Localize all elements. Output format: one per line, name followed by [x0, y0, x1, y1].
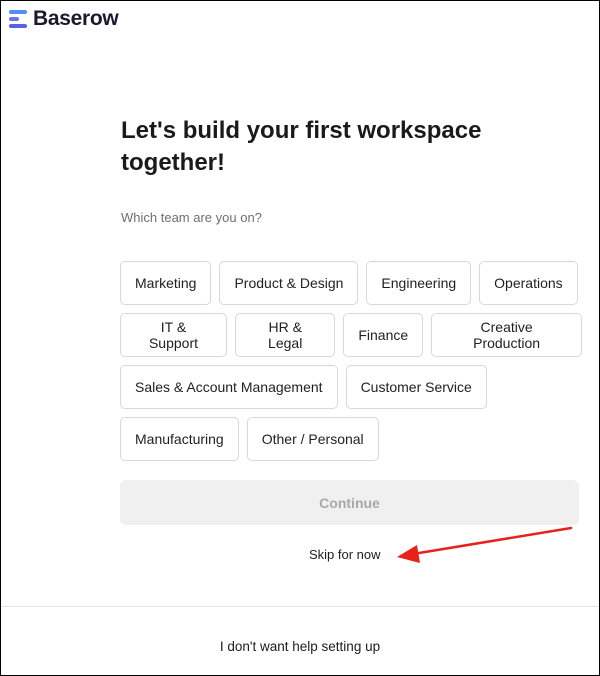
team-option-hr-legal[interactable]: HR & Legal: [235, 313, 336, 357]
team-option-marketing[interactable]: Marketing: [120, 261, 212, 305]
team-option-manufacturing[interactable]: Manufacturing: [120, 417, 239, 461]
team-option-other-personal[interactable]: Other / Personal: [246, 417, 379, 461]
team-row: Sales & Account Management Customer Serv…: [120, 365, 582, 409]
page-frame: Baserow Let's build your first workspace…: [0, 0, 600, 676]
continue-button[interactable]: Continue: [120, 480, 579, 525]
team-option-creative-production[interactable]: Creative Production: [431, 313, 582, 357]
baserow-logo[interactable]: Baserow: [9, 7, 119, 31]
team-option-engineering[interactable]: Engineering: [366, 261, 472, 305]
team-options: Marketing Product & Design Engineering O…: [120, 261, 582, 469]
baserow-logo-icon: [9, 9, 27, 29]
team-option-customer-service[interactable]: Customer Service: [345, 365, 487, 409]
divider: [1, 606, 599, 607]
team-option-product-design[interactable]: Product & Design: [219, 261, 359, 305]
team-option-sales-account-management[interactable]: Sales & Account Management: [120, 365, 338, 409]
red-arrow-annotation: [397, 526, 573, 563]
no-help-setup-link[interactable]: I don't want help setting up: [1, 639, 599, 654]
team-option-it-support[interactable]: IT & Support: [120, 313, 227, 357]
team-row: Marketing Product & Design Engineering O…: [120, 261, 582, 305]
team-row: IT & Support HR & Legal Finance Creative…: [120, 313, 582, 357]
team-question: Which team are you on?: [121, 210, 262, 225]
team-row: Manufacturing Other / Personal: [120, 417, 582, 461]
team-option-finance[interactable]: Finance: [343, 313, 424, 357]
team-option-operations[interactable]: Operations: [479, 261, 578, 305]
skip-for-now-link[interactable]: Skip for now: [309, 547, 381, 562]
page-title: Let's build your first workspace togethe…: [121, 117, 482, 176]
brand-name: Baserow: [33, 7, 119, 30]
